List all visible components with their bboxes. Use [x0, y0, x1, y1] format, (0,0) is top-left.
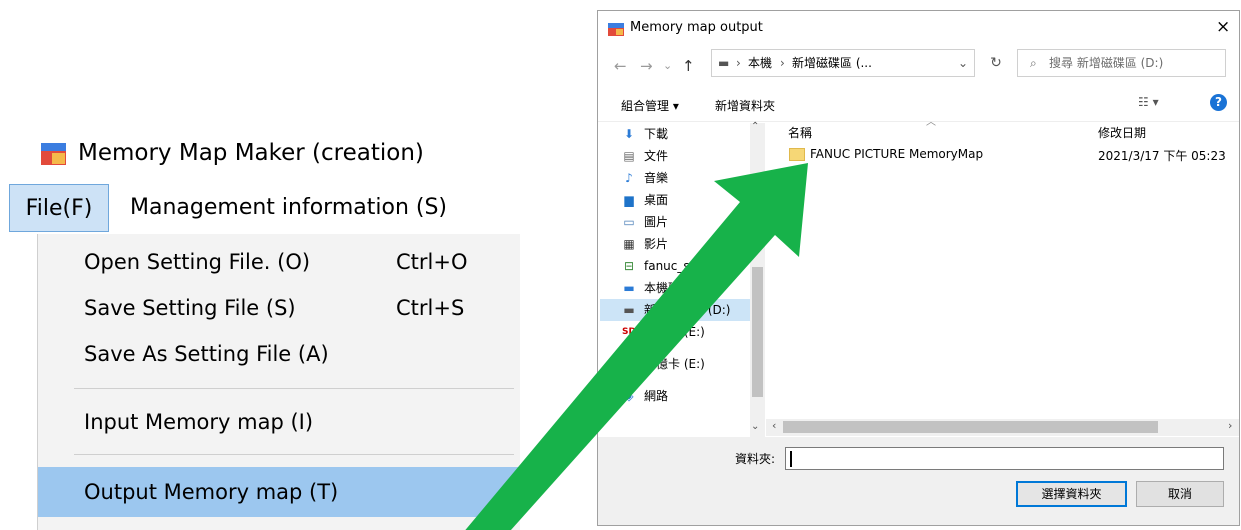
menu-item-label: Save As Setting File (A): [84, 342, 329, 366]
nav-item-videos[interactable]: ▦ 影片: [600, 233, 750, 255]
download-icon: ⬇: [623, 127, 635, 141]
computer-icon: ▬: [718, 56, 730, 70]
close-button[interactable]: ×: [1216, 17, 1230, 37]
breadcrumb-drive[interactable]: 新增磁碟區 (...: [792, 50, 872, 76]
menu-separator: [74, 388, 514, 389]
nav-item-documents[interactable]: ▤ 文件: [600, 145, 750, 167]
menu-item-label: Input Memory map (I): [84, 410, 314, 434]
drive-icon: ▬: [623, 303, 635, 317]
nav-item-new-volume-d[interactable]: ▬ 新增磁碟區 (D:): [600, 299, 750, 321]
nav-item-downloads[interactable]: ⬇ 下載: [600, 123, 750, 145]
file-name[interactable]: FANUC PICTURE MemoryMap: [810, 147, 983, 161]
organize-button[interactable]: 組合管理 ▾: [621, 97, 679, 114]
menu-item-save-as-setting[interactable]: Save As Setting File (A): [38, 331, 520, 377]
breadcrumb-separator-icon: ›: [736, 56, 741, 70]
menu-item-shortcut: Ctrl+O: [396, 250, 468, 274]
videos-icon: ▦: [623, 237, 635, 251]
breadcrumb-separator-icon: ›: [780, 56, 785, 70]
app-title: Memory Map Maker (creation): [78, 140, 424, 166]
file-dropdown-menu: Open Setting File. (O) Ctrl+O Save Setti…: [37, 234, 520, 530]
up-arrow-icon[interactable]: ↑: [682, 57, 695, 75]
view-options-button[interactable]: ☷ ▾: [1138, 95, 1159, 109]
nav-item-sd-card-e-2[interactable]: SD 記憶卡 (E:): [600, 353, 750, 375]
menu-file[interactable]: File(F): [9, 184, 109, 232]
nav-item-network[interactable]: ◈ 網路: [600, 385, 750, 407]
music-icon: ♪: [625, 171, 633, 185]
menu-item-input-memory-map[interactable]: Input Memory map (I): [38, 399, 520, 445]
app-icon: [41, 143, 66, 165]
nav-item-desktop[interactable]: ▆ 桌面: [600, 189, 750, 211]
search-placeholder: 搜尋 新增磁碟區 (D:): [1049, 56, 1164, 70]
menu-management-information[interactable]: Management information (S): [130, 184, 447, 232]
menu-item-label: Save Setting File (S): [84, 296, 296, 320]
nav-scrollbar-thumb[interactable]: [752, 267, 763, 397]
recent-locations-chevron-icon[interactable]: ⌄: [663, 59, 672, 72]
select-folder-button[interactable]: 選擇資料夾: [1016, 481, 1127, 507]
menu-item-label: Output Memory map (T): [84, 480, 339, 504]
memory-map-output-dialog: Memory map output × ← → ⌄ ↑ ▬ › 本機 › 新增磁…: [597, 10, 1240, 526]
file-date: 2021/3/17 下午 05:23: [1098, 149, 1226, 163]
refresh-icon[interactable]: ↻: [982, 49, 1010, 77]
column-header-name[interactable]: 名稱: [788, 124, 812, 141]
scroll-down-icon[interactable]: ⌄: [751, 421, 759, 432]
network-drive-icon: ⊟: [623, 259, 635, 273]
dialog-app-icon: [608, 23, 624, 36]
back-arrow-icon[interactable]: ←: [614, 57, 627, 75]
nav-item-sd-card-e[interactable]: SD 記憶卡 (E:): [600, 321, 750, 343]
sd-card-icon: SD: [622, 359, 636, 369]
network-icon: ◈: [624, 389, 634, 403]
sd-card-icon: SD: [622, 327, 636, 337]
menu-item-open-setting[interactable]: Open Setting File. (O) Ctrl+O: [38, 239, 520, 285]
nav-item-music[interactable]: ♪ 音樂: [600, 167, 750, 189]
search-icon: ⌕: [1030, 56, 1037, 70]
help-icon[interactable]: ?: [1210, 94, 1227, 111]
folder-icon: [789, 148, 805, 161]
breadcrumb-this-pc[interactable]: 本機: [748, 50, 772, 76]
nav-item-local-disk-c[interactable]: ▬ 本機磁碟 (C:): [600, 277, 750, 299]
menu-item-output-memory-map[interactable]: Output Memory map (T): [38, 467, 520, 517]
new-folder-button[interactable]: 新增資料夾: [715, 97, 775, 114]
sort-ascending-icon: ︿: [926, 117, 936, 128]
horizontal-scrollbar-thumb[interactable]: [783, 421, 1158, 433]
forward-arrow-icon[interactable]: →: [640, 57, 653, 75]
menu-item-label: Open Setting File. (O): [84, 250, 311, 274]
menu-separator: [74, 454, 514, 455]
menu-item-save-setting[interactable]: Save Setting File (S) Ctrl+S: [38, 285, 520, 331]
dialog-title: Memory map output: [630, 20, 763, 35]
scroll-left-icon[interactable]: ‹: [772, 419, 776, 432]
nav-item-fanuc-server[interactable]: ⊟ fanuc_server (\\: [600, 255, 750, 277]
text-caret: [790, 451, 792, 467]
cancel-button[interactable]: 取消: [1136, 481, 1224, 507]
desktop-icon: ▆: [624, 193, 634, 207]
scroll-right-icon[interactable]: ›: [1228, 419, 1232, 432]
folder-input[interactable]: [785, 447, 1224, 470]
menu-item-shortcut: Ctrl+S: [396, 296, 465, 320]
column-header-date-modified[interactable]: 修改日期: [1098, 124, 1146, 141]
folder-label: 資料夾:: [735, 452, 776, 466]
nav-item-pictures[interactable]: ▭ 圖片: [600, 211, 750, 233]
document-icon: ▤: [623, 149, 635, 163]
search-input[interactable]: ⌕ 搜尋 新增磁碟區 (D:): [1017, 49, 1226, 77]
drive-icon: ▬: [623, 281, 635, 295]
navigation-pane: ⬇ 下載 ▤ 文件 ♪ 音樂 ▆ 桌面 ▭ 圖片 ▦ 影片 ⊟ fanuc_se…: [600, 123, 765, 439]
pictures-icon: ▭: [623, 215, 635, 229]
scroll-up-icon[interactable]: ⌃: [751, 121, 759, 132]
address-bar[interactable]: ▬ › 本機 › 新增磁碟區 (... ⌄: [711, 49, 975, 77]
chevron-down-icon[interactable]: ⌄: [958, 50, 968, 76]
